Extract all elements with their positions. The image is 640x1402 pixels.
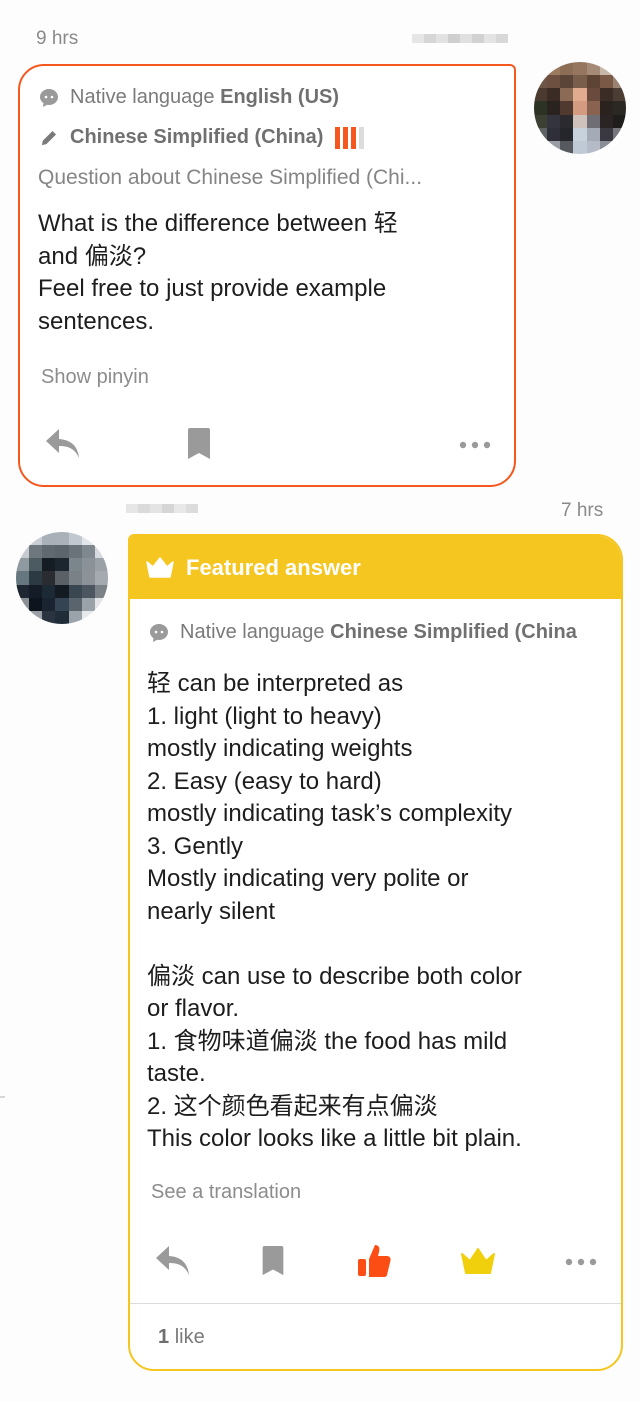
level-bar (351, 126, 357, 149)
answer-footer-divider (130, 1303, 621, 1304)
native-language-value: Chinese Simplified (China (330, 621, 577, 643)
answer-body-line: 1. light (light to heavy) (147, 702, 382, 730)
see-translation-link[interactable]: See a translation (151, 1181, 301, 1204)
answer-body: 轻 can be interpreted as 1. light (light … (147, 668, 617, 1156)
answer-author-avatar[interactable] (16, 532, 108, 624)
native-language-value: English (US) (220, 86, 340, 108)
native-language-label: Native language (180, 621, 325, 643)
more-icon (459, 441, 491, 449)
answer-body-line: 3. Gently (147, 832, 244, 860)
stray-mark (0, 1096, 5, 1098)
answer-body-line: 偏淡 can use to describe both color (147, 962, 522, 990)
answer-feature-crown-button[interactable] (457, 1242, 499, 1280)
answer-body-line: nearly silent (147, 897, 276, 925)
answer-body-line: Mostly indicating very polite or (147, 865, 469, 892)
answer-body-line: mostly indicating weights (147, 735, 413, 762)
answer-native-language-row: Native language Chinese Simplified (Chin… (148, 621, 577, 644)
answer-timestamp: 7 hrs (561, 500, 604, 521)
answer-like-button[interactable] (354, 1240, 396, 1282)
featured-answer-header: Featured answer (130, 536, 621, 599)
bookmark-icon (188, 428, 210, 459)
pencil-icon (38, 127, 60, 149)
answer-reply-button[interactable] (152, 1240, 194, 1282)
question-body-line: What is the difference between 轻 (38, 210, 398, 237)
answer-bookmark-button[interactable] (252, 1240, 294, 1282)
native-language-label: Native language (70, 86, 215, 108)
reply-icon (156, 1246, 189, 1275)
featured-answer-label: Featured answer (186, 554, 361, 580)
question-card[interactable]: Native language English (US) Chinese Sim… (18, 64, 516, 487)
show-pinyin-link[interactable]: Show pinyin (41, 366, 149, 389)
speech-bubble-icon (148, 622, 170, 644)
answer-body-line: 2. 这个颜色看起来有点偏淡 (147, 1092, 438, 1120)
question-body-line: and 偏淡? (38, 242, 147, 270)
bookmark-icon (262, 1245, 284, 1276)
answer-body-line: or flavor. (147, 995, 240, 1022)
answer-body-line: mostly indicating task’s complexity (147, 800, 513, 827)
level-bar (359, 126, 365, 149)
answer-body-line: This color looks like a little bit plain… (147, 1125, 522, 1152)
likes-number: 1 (158, 1326, 170, 1348)
featured-answer-card[interactable]: Featured answer Native language Chinese … (128, 534, 623, 1371)
question-body: What is the difference between 轻 and 偏淡?… (38, 208, 498, 338)
speech-bubble-icon (38, 87, 60, 109)
answer-body-line: 1. 食物味道偏淡 the food has mild (147, 1027, 508, 1055)
level-bar (335, 126, 341, 149)
question-author-name-redacted[interactable] (412, 34, 508, 52)
answer-body-blank-line (147, 928, 617, 961)
crown-icon (146, 556, 174, 579)
question-native-language-row: Native language English (US) (38, 86, 339, 109)
likes-label: like (174, 1326, 205, 1348)
likes-count[interactable]: 1 like (158, 1326, 205, 1349)
question-timestamp: 9 hrs (36, 28, 79, 49)
question-body-line: sentences. (38, 307, 155, 335)
answer-author-name-redacted[interactable] (126, 504, 198, 522)
question-body-line: Feel free to just provide example (38, 275, 387, 302)
crown-icon (461, 1248, 495, 1274)
thumbs-up-icon (358, 1245, 391, 1277)
reply-icon (46, 429, 79, 458)
question-bookmark-button[interactable] (178, 423, 220, 465)
proficiency-level-bars (335, 126, 365, 149)
answer-body-line: 轻 can be interpreted as (147, 670, 404, 697)
question-author-avatar[interactable] (534, 62, 626, 154)
question-topic[interactable]: Question about Chinese Simplified (Chi..… (38, 166, 422, 190)
answer-body-line: 2. Easy (easy to hard) (147, 767, 382, 795)
question-learning-language-row: Chinese Simplified (China) (38, 126, 365, 149)
question-reply-button[interactable] (42, 423, 84, 465)
question-more-button[interactable] (454, 430, 496, 460)
level-bar (343, 126, 349, 149)
more-icon (565, 1258, 597, 1266)
answer-more-button[interactable] (560, 1247, 602, 1277)
learning-language-value: Chinese Simplified (China) (70, 126, 324, 148)
answer-body-line: taste. (147, 1060, 206, 1087)
